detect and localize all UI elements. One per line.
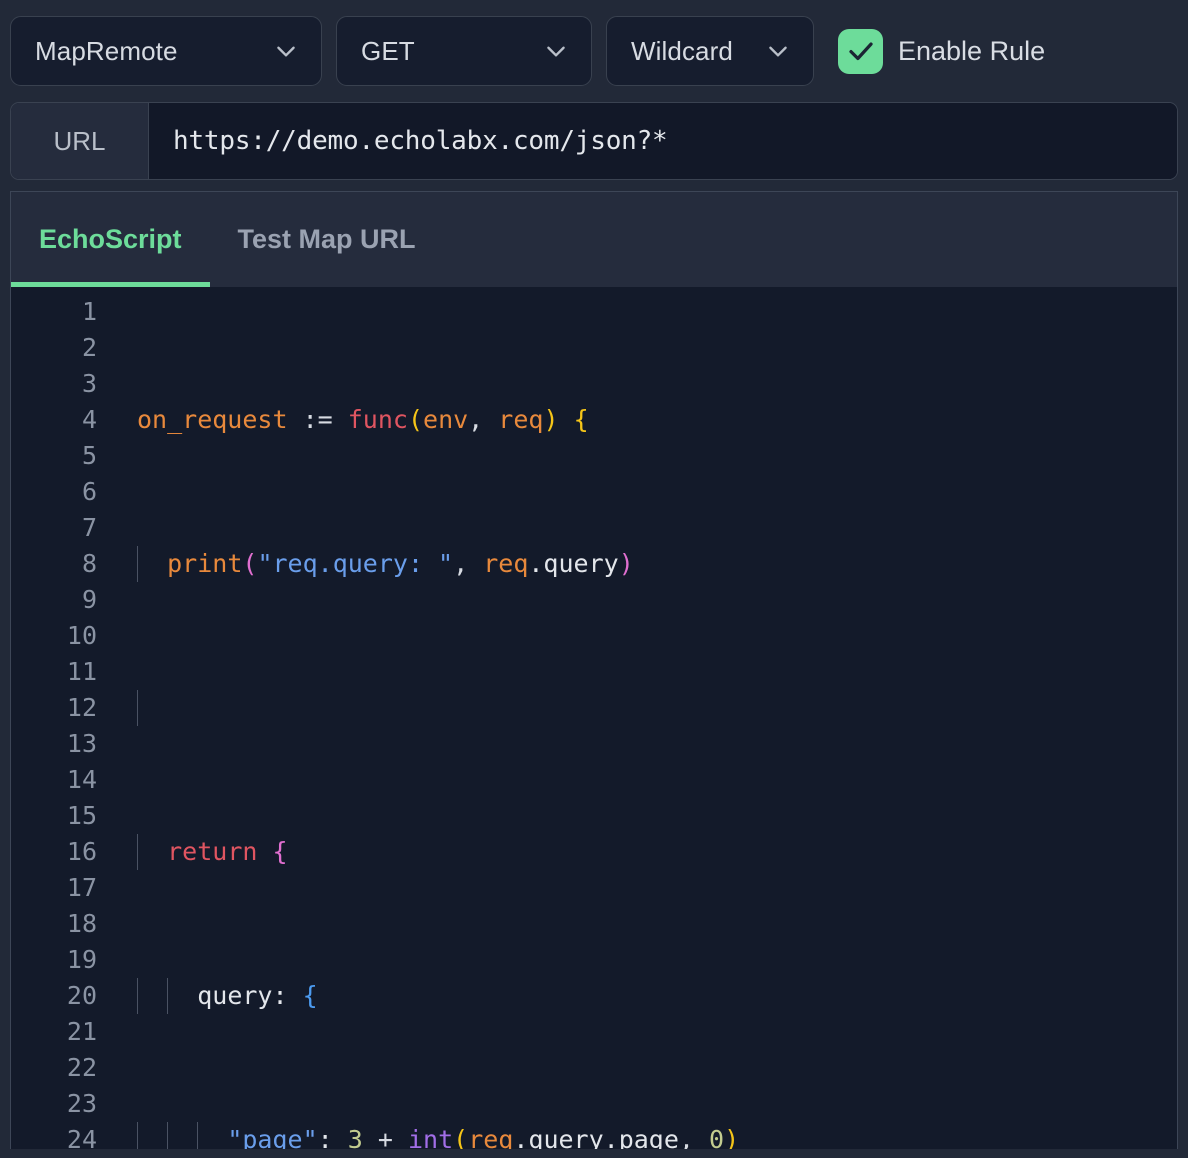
- chevron-down-icon: [273, 38, 299, 64]
- line-number: 1: [81, 297, 97, 326]
- line-number: 3: [81, 369, 97, 398]
- line-number: 18: [66, 909, 97, 938]
- line-number: 7: [81, 513, 97, 542]
- rule-toolbar: MapRemote GET Wildcard Enable Rule: [0, 0, 1188, 102]
- map-type-select[interactable]: MapRemote: [10, 16, 322, 86]
- check-icon: [846, 36, 876, 66]
- line-number: 15: [66, 801, 97, 830]
- enable-rule-checkbox[interactable]: [838, 28, 883, 74]
- line-number: 24: [66, 1125, 97, 1149]
- match-type-select[interactable]: Wildcard: [606, 16, 814, 86]
- enable-rule-toggle[interactable]: Enable Rule: [838, 28, 1046, 74]
- url-row: URL: [10, 102, 1178, 180]
- line-number: 23: [66, 1089, 97, 1118]
- code-line: print("req.query: ", req.query): [111, 546, 1177, 582]
- method-select[interactable]: GET: [336, 16, 592, 86]
- line-number: 14: [66, 765, 97, 794]
- tab-echoscript-label: EchoScript: [39, 224, 182, 254]
- tab-test-map-url[interactable]: Test Map URL: [210, 192, 444, 287]
- line-number-gutter: 1 2 3 4 5 6 7 8 9 10 11 12 13 14 15 16 1…: [11, 287, 111, 1149]
- line-number: 13: [66, 729, 97, 758]
- tab-echoscript[interactable]: EchoScript: [11, 192, 210, 288]
- chevron-down-icon: [543, 38, 569, 64]
- line-number: 6: [81, 477, 97, 506]
- code-line: on_request := func(env, req) {: [137, 405, 589, 434]
- line-number: 11: [66, 657, 97, 686]
- code-line: return {: [111, 834, 1177, 870]
- line-number: 20: [66, 981, 97, 1010]
- line-number: 8: [81, 549, 97, 578]
- code-content[interactable]: on_request := func(env, req) { print("re…: [111, 287, 1177, 1149]
- line-number: 2: [81, 333, 97, 362]
- url-input[interactable]: [149, 103, 1177, 179]
- line-number: 21: [66, 1017, 97, 1046]
- chevron-down-icon: [765, 38, 791, 64]
- method-value: GET: [361, 35, 415, 66]
- echoscript-code-editor[interactable]: 1 2 3 4 5 6 7 8 9 10 11 12 13 14 15 16 1…: [10, 287, 1178, 1149]
- tab-test-map-url-label: Test Map URL: [237, 224, 416, 254]
- code-line: "page": 3 + int(req.query.page, 0): [111, 1122, 1177, 1149]
- line-number: 10: [66, 621, 97, 650]
- enable-rule-label: Enable Rule: [898, 35, 1046, 66]
- code-line: [111, 690, 1177, 726]
- line-number: 4: [81, 405, 97, 434]
- line-number: 17: [66, 873, 97, 902]
- line-number: 9: [81, 585, 97, 614]
- match-type-value: Wildcard: [631, 35, 733, 66]
- line-number: 16: [66, 837, 97, 866]
- line-number: 12: [66, 693, 97, 722]
- line-number: 19: [66, 945, 97, 974]
- editor-tabs: EchoScript Test Map URL: [10, 191, 1178, 288]
- line-number: 5: [81, 441, 97, 470]
- code-line: query: {: [111, 978, 1177, 1014]
- map-type-value: MapRemote: [35, 35, 178, 66]
- url-label: URL: [11, 103, 149, 179]
- line-number: 22: [66, 1053, 97, 1082]
